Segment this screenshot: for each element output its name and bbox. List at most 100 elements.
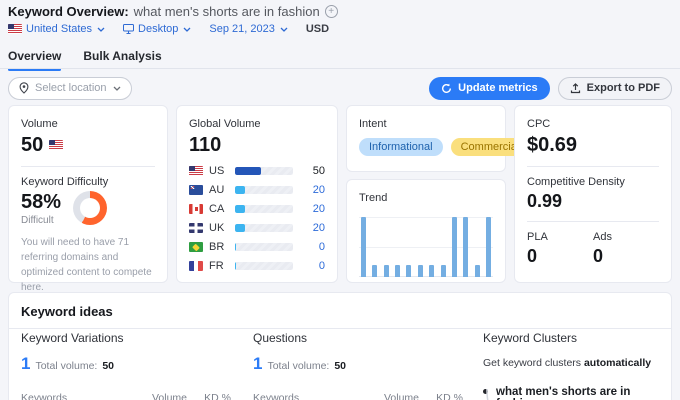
cpc-value: $0.69	[527, 134, 578, 156]
trend-bar	[463, 217, 469, 277]
variations-total-value: 50	[102, 360, 115, 372]
cluster-item-label: what men's shorts are in fashion	[496, 386, 631, 400]
divider	[527, 166, 659, 167]
volume-bar-fill	[235, 186, 246, 194]
tab-divider	[0, 68, 680, 69]
date-filter-label: Sep 21, 2023	[209, 23, 275, 35]
competitive-density-value: 0.99	[527, 191, 563, 211]
keyword-overview-page: Keyword Overview: what men's shorts are …	[0, 0, 680, 400]
uk-flag-icon	[189, 223, 203, 233]
global-volume-row: US 50	[189, 165, 325, 177]
keyword-clusters-label: Keyword Clusters	[483, 331, 578, 345]
column-header-kd[interactable]: KD %	[187, 392, 231, 400]
country-volume-value: 0	[318, 260, 325, 272]
trend-bar	[372, 265, 378, 277]
global-volume-row: BR 0	[189, 241, 325, 253]
keyword-ideas-title: Keyword ideas	[21, 304, 113, 319]
location-pin-icon	[19, 82, 29, 94]
toolbar: Select location Update metrics Export to…	[8, 76, 672, 100]
fr-flag-icon	[189, 261, 203, 271]
cpc-card: CPC $0.69 Competitive Density 0.99 PLA 0…	[514, 105, 672, 283]
location-filter[interactable]: United States	[8, 23, 105, 35]
country-code: CA	[209, 203, 225, 215]
filters-bar: United States Desktop Sep 21, 2023 USD	[8, 23, 329, 35]
update-metrics-button[interactable]: Update metrics	[429, 76, 550, 100]
keyword-variations-label: Keyword Variations	[21, 331, 124, 345]
global-volume-row: UK 20	[189, 222, 325, 234]
trend-bar	[451, 217, 457, 277]
keyword-variations-column: Keyword Variations 1 Total volume: 50 Ke…	[21, 327, 231, 400]
au-flag-icon	[189, 185, 203, 195]
volume-bar-fill	[235, 262, 237, 270]
column-header-kd[interactable]: KD %	[419, 392, 463, 400]
questions-total-label: Total volume:	[267, 360, 330, 372]
keyword-clusters-column: Keyword Clusters Get keyword clusters au…	[483, 327, 659, 400]
global-volume-total: 110	[189, 134, 222, 156]
add-to-list-icon[interactable]: +	[324, 5, 338, 18]
global-volume-row: CA 20	[189, 203, 325, 215]
export-pdf-button[interactable]: Export to PDF	[557, 76, 672, 100]
trend-bar	[406, 265, 412, 277]
ads-value: 0	[593, 246, 604, 266]
volume-value: 50	[21, 134, 44, 156]
chevron-down-icon	[183, 27, 191, 32]
volume-bar-track	[235, 243, 293, 251]
us-flag-icon	[49, 140, 64, 150]
keyword-difficulty-label: Keyword Difficulty	[21, 176, 109, 188]
volume-card: Volume 50 Keyword Difficulty 58% Difficu…	[8, 105, 168, 293]
br-flag-icon	[189, 242, 203, 252]
column-header-keywords[interactable]: Keywords	[21, 392, 135, 400]
questions-table-header: Keywords Volume KD %	[253, 392, 463, 400]
date-filter[interactable]: Sep 21, 2023	[209, 23, 288, 35]
currency-label: USD	[305, 23, 330, 35]
volume-label: Volume	[21, 118, 58, 130]
trend-chart	[359, 213, 493, 277]
volume-bar-track	[235, 205, 293, 213]
column-header-volume[interactable]: Volume	[135, 392, 187, 400]
country-volume-value: 20	[312, 184, 325, 196]
questions-column: Questions 1 Total volume: 50 Keywords Vo…	[253, 327, 463, 400]
chevron-down-icon	[280, 27, 288, 32]
chevron-down-icon	[113, 86, 121, 91]
us-flag-icon	[189, 166, 203, 176]
desktop-icon	[123, 24, 135, 34]
variations-table-header: Keywords Volume KD %	[21, 392, 231, 400]
select-location-label: Select location	[35, 82, 107, 94]
country-volume-value: 0	[318, 241, 325, 253]
chevron-down-icon	[97, 27, 105, 32]
country-code: AU	[209, 184, 225, 196]
questions-total-value: 50	[334, 360, 347, 372]
column-header-volume[interactable]: Volume	[367, 392, 419, 400]
device-filter[interactable]: Desktop	[123, 23, 191, 35]
global-volume-row: AU 20	[189, 184, 325, 196]
volume-bar-fill	[235, 167, 262, 175]
keyword-ideas-section: Keyword ideas Keyword Variations 1 Total…	[8, 292, 672, 400]
questions-count[interactable]: 1	[253, 354, 262, 374]
variations-count[interactable]: 1	[21, 354, 30, 374]
column-header-keywords[interactable]: Keywords	[253, 392, 367, 400]
cluster-item[interactable]: what men's shorts are in fashion	[483, 386, 659, 400]
export-pdf-label: Export to PDF	[586, 82, 660, 94]
trend-bar	[474, 265, 480, 277]
global-volume-label: Global Volume	[189, 118, 261, 130]
trend-bar	[361, 217, 366, 277]
volume-bar-track	[235, 167, 293, 175]
divider	[21, 166, 155, 167]
page-title-keyword: what men's shorts are in fashion	[133, 4, 320, 19]
intent-badge-informational[interactable]: Informational	[359, 138, 443, 156]
update-metrics-label: Update metrics	[458, 82, 538, 94]
country-code: BR	[209, 241, 225, 253]
kd-donut-gauge	[73, 191, 108, 225]
device-filter-label: Desktop	[138, 23, 179, 35]
global-volume-card: Global Volume 110 US 50 AU 20 CA 20 UK 20 BR 0 FR 0	[176, 105, 338, 283]
volume-bar-track	[235, 224, 293, 232]
kd-note: You will need to have 71 referring domai…	[21, 237, 152, 293]
trend-bar	[395, 265, 401, 277]
intent-label: Intent	[359, 118, 387, 130]
variations-total-label: Total volume:	[35, 360, 98, 372]
us-flag-icon	[8, 24, 22, 34]
intent-card: Intent Informational Commercial	[346, 105, 530, 172]
kd-value: 58%	[21, 191, 62, 213]
select-location-button[interactable]: Select location	[8, 76, 132, 100]
refresh-icon	[442, 83, 452, 93]
